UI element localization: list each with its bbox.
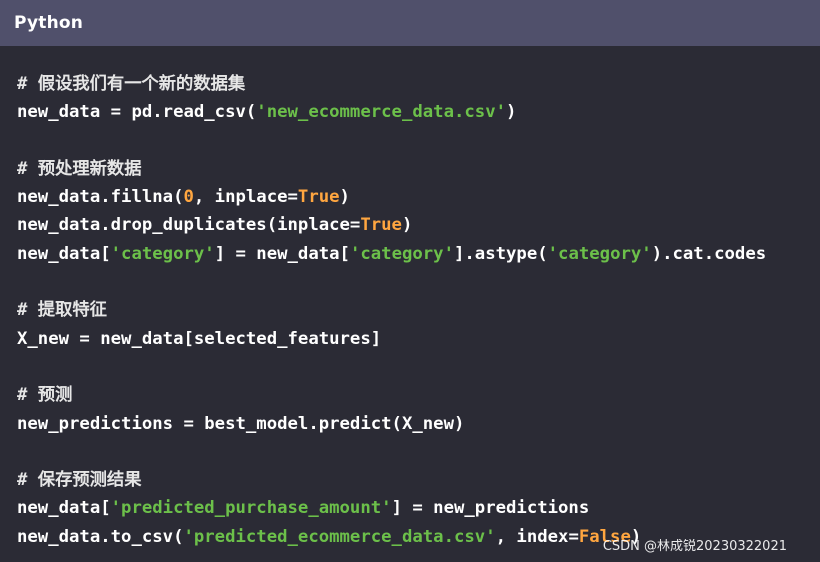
code-text: ).cat.codes: [651, 243, 767, 264]
code-block: Python # 假设我们有一个新的数据集 new_data = pd.read_…: [0, 0, 820, 562]
code-text: new_data = pd.read_csv(: [17, 102, 257, 123]
code-line: new_data['predicted_purchase_amount'] = …: [17, 494, 766, 522]
code-text: ): [401, 215, 413, 236]
code-comment: # 保存预测结果: [17, 470, 142, 491]
code-comment: # 预测: [17, 385, 73, 406]
string-literal: 'predicted_purchase_amount': [110, 498, 392, 519]
number-literal: 0: [183, 187, 194, 208]
code-text: ] = new_data[: [214, 243, 350, 264]
string-literal: 'category': [547, 243, 652, 264]
code-text: X_new = new_data[selected_features]: [17, 328, 382, 349]
code-line: new_data.fillna(0, inplace=True): [17, 183, 766, 211]
string-literal: 'category': [110, 243, 215, 264]
keyword: True: [360, 215, 402, 236]
code-comment: # 假设我们有一个新的数据集: [17, 74, 246, 94]
string-literal: 'new_ecommerce_data.csv': [256, 102, 506, 123]
string-literal: 'category': [349, 243, 454, 264]
code-comment: # 提取特征: [17, 300, 107, 321]
code-line: # 提取特征: [17, 296, 766, 324]
code-line: # 预测: [17, 381, 766, 409]
code-line: new_data['category'] = new_data['categor…: [17, 240, 766, 268]
code-line: # 预处理新数据: [17, 155, 766, 183]
code-text: new_predictions = best_model.predict(X_n…: [17, 413, 465, 434]
code-line: # 假设我们有一个新的数据集: [17, 70, 766, 98]
code-text: new_data.drop_duplicates(inplace=: [17, 215, 361, 236]
code-text: new_data[: [17, 498, 111, 519]
code-comment: # 预处理新数据: [17, 158, 142, 179]
code-text: , index=: [495, 526, 579, 547]
code-line: new_predictions = best_model.predict(X_n…: [17, 410, 766, 438]
code-text: ): [339, 187, 350, 208]
watermark: CSDN @林成锐20230322021: [602, 539, 787, 554]
code-text: new_data[: [17, 243, 111, 264]
code-line: new_data = pd.read_csv('new_ecommerce_da…: [17, 98, 766, 126]
language-label: Python: [14, 13, 84, 33]
code-line: X_new = new_data[selected_features]: [17, 325, 766, 353]
keyword: True: [297, 187, 340, 208]
code-content[interactable]: # 假设我们有一个新的数据集 new_data = pd.read_csv('ne…: [17, 70, 766, 551]
code-text: ].astype(: [454, 243, 548, 264]
code-block-header: Python: [0, 0, 820, 46]
code-line: new_data.drop_duplicates(inplace=True): [17, 211, 766, 239]
code-text: ] = new_predictions: [391, 498, 590, 519]
code-text: new_data.fillna(: [17, 187, 184, 208]
code-text: , inplace=: [193, 187, 298, 208]
code-text: ): [506, 102, 517, 123]
code-line: # 保存预测结果: [17, 466, 766, 494]
string-literal: 'predicted_ecommerce_data.csv': [183, 526, 496, 547]
code-text: new_data.to_csv(: [17, 526, 184, 547]
